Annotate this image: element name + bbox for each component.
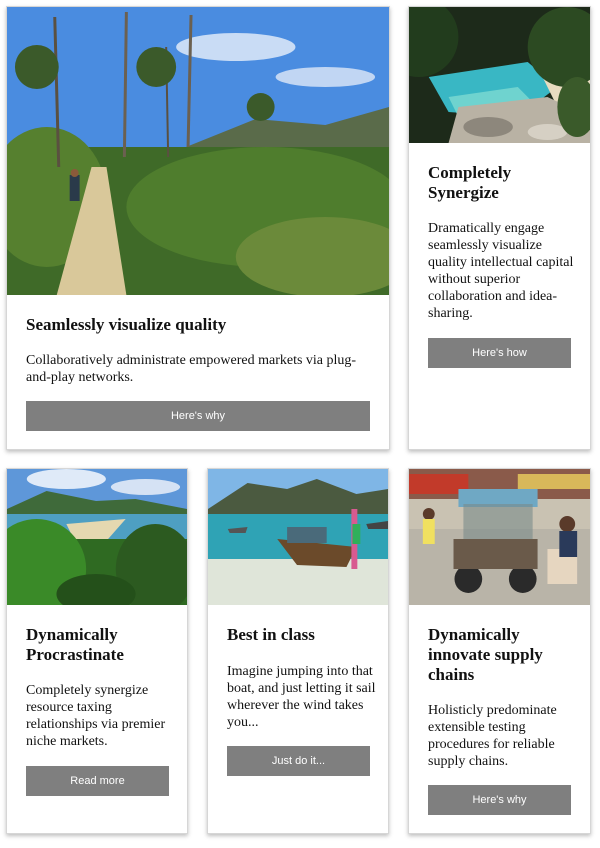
card-title: Dynamically innovate supply chains xyxy=(428,625,543,684)
forest-beach-photo xyxy=(7,469,187,605)
card-description: Imagine jumping into that boat, and just… xyxy=(227,664,376,730)
card-best-in-class: Best in class Imagine jumping into that … xyxy=(207,468,389,834)
read-more-button[interactable]: Read more xyxy=(26,766,169,796)
card-completely-synergize: Completely Synergize Dramatically engage… xyxy=(408,6,591,450)
turquoise-cove-photo xyxy=(409,7,590,143)
hiking-trail-photo xyxy=(7,7,389,295)
card-description: Dramatically engage seamlessly visualize… xyxy=(428,221,574,321)
card-seamlessly-visualize: Seamlessly visualize quality Collaborati… xyxy=(6,6,390,450)
card-title: Completely Synergize xyxy=(428,163,512,202)
card-innovate-supply-chains: Dynamically innovate supply chains Holis… xyxy=(408,468,591,834)
street-vendor-photo xyxy=(409,469,590,605)
card-dynamically-procrastinate: Dynamically Procrastinate Completely syn… xyxy=(6,468,188,834)
card-description: Completely synergize resource taxing rel… xyxy=(26,683,166,749)
card-title: Best in class xyxy=(227,625,315,644)
card-description: Holisticly predominate extensible testin… xyxy=(428,703,557,769)
heres-why-button[interactable]: Here's why xyxy=(428,785,571,815)
longtail-boat-photo xyxy=(208,469,388,605)
card-description: Collaboratively administrate empowered m… xyxy=(26,353,357,385)
just-do-it-button[interactable]: Just do it... xyxy=(227,746,370,776)
card-title: Seamlessly visualize quality xyxy=(26,315,227,334)
heres-how-button[interactable]: Here's how xyxy=(428,338,571,368)
heres-why-button[interactable]: Here's why xyxy=(26,401,370,431)
card-title: Dynamically Procrastinate xyxy=(26,625,124,664)
